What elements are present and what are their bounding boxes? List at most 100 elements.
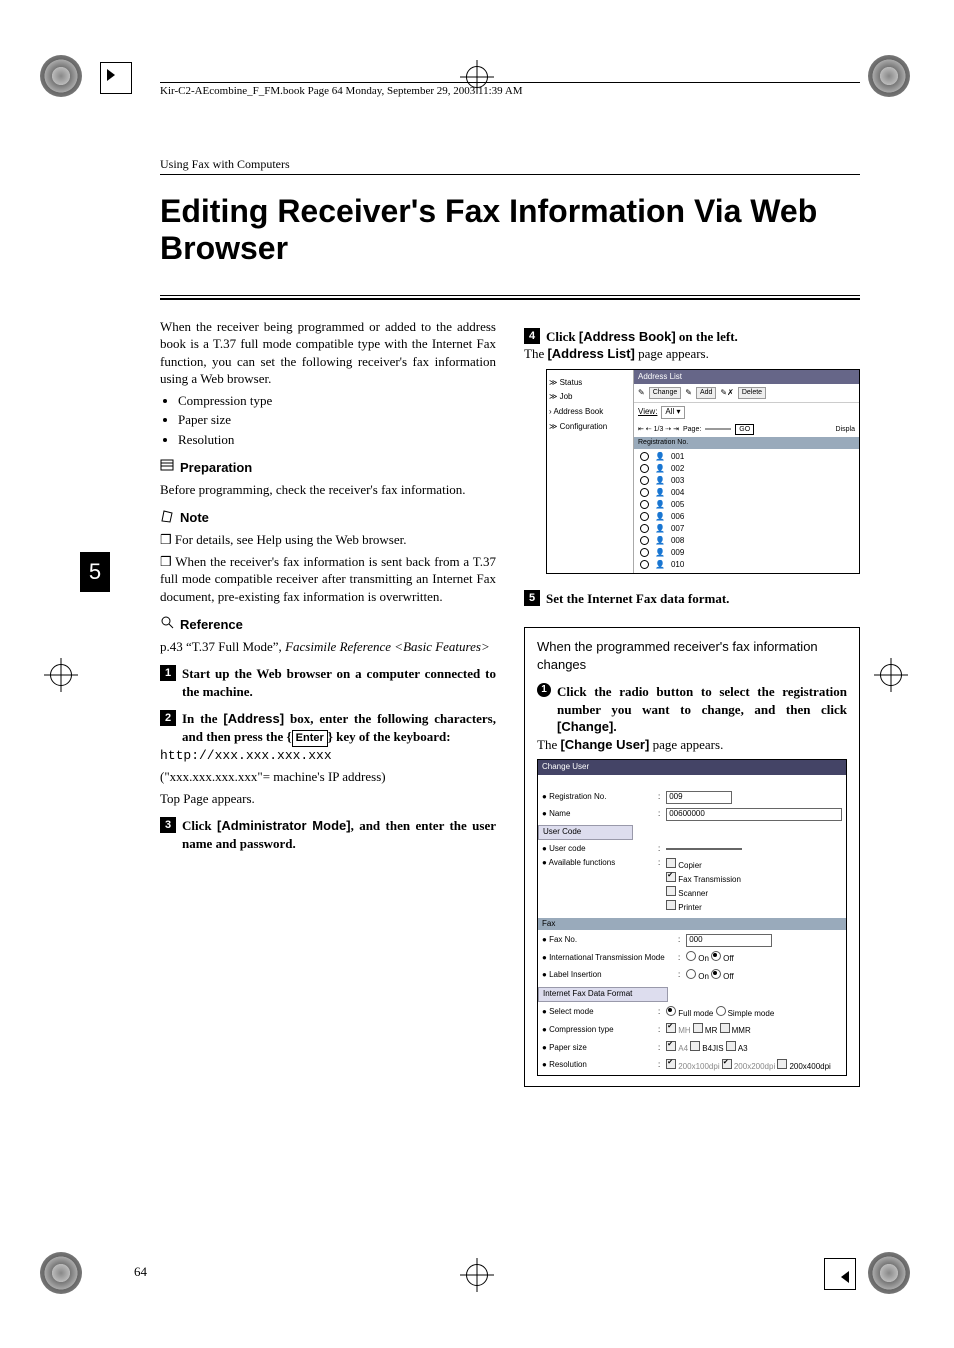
view-label: View: [638, 407, 657, 418]
user-icon: 👤 [655, 547, 665, 559]
change-button[interactable]: Change [649, 387, 682, 398]
chapter-tab: 5 [80, 552, 110, 592]
reg-mark-left [44, 658, 78, 692]
address-list-row[interactable]: 👤007 [634, 523, 859, 535]
address-list-row[interactable]: 👤005 [634, 499, 859, 511]
step-badge: 1 [160, 665, 176, 681]
note-label: Note [180, 509, 209, 527]
name-label: Name [542, 809, 652, 820]
user-icon: 👤 [655, 559, 665, 571]
crop-ring-br [868, 1252, 910, 1294]
crop-ring-tl [40, 55, 82, 97]
bullet-item: Paper size [178, 411, 496, 429]
step-5: 5 Set the Internet Fax data format. [524, 590, 860, 608]
checkbox-a4[interactable] [666, 1041, 676, 1051]
address-list-screenshot: ≫ Status ≫ Job › Address Book ≫ Configur… [546, 369, 860, 574]
checkbox-b4jis[interactable] [690, 1041, 700, 1051]
nav-address-book[interactable]: › Address Book [549, 407, 631, 418]
reg-no-label: Registration No. [542, 792, 652, 803]
address-list-row[interactable]: 👤001 [634, 451, 859, 463]
step-2-result: Top Page appears. [160, 790, 496, 808]
nav-configuration[interactable]: ≫ Configuration [549, 422, 631, 433]
row-radio[interactable] [640, 500, 649, 509]
checkbox-200x100[interactable] [666, 1059, 676, 1069]
row-radio[interactable] [640, 548, 649, 557]
user-icon: 👤 [655, 475, 665, 487]
row-reg-no: 002 [671, 463, 684, 475]
checkbox-mh[interactable] [666, 1023, 676, 1033]
address-list-row[interactable]: 👤 006 [634, 511, 859, 523]
note-item: For details, see Help using the Web brow… [160, 531, 496, 549]
add-button[interactable]: Add [696, 387, 716, 398]
row-reg-no: 006 [671, 511, 684, 523]
arrow-mark-bottom [824, 1258, 856, 1290]
user-code-input[interactable] [666, 848, 742, 850]
delete-button[interactable]: Delete [738, 387, 766, 398]
name-input[interactable]: 00600000 [666, 808, 842, 821]
radio-full-mode[interactable] [666, 1006, 676, 1016]
page-input[interactable] [705, 428, 731, 430]
address-list-header: Registration No. [634, 437, 859, 448]
fax-section-bar: Fax [538, 918, 846, 931]
nav-status[interactable]: ≫ Status [549, 378, 631, 389]
checkbox-a3[interactable] [726, 1041, 736, 1051]
step-4-result: The [Address List] page appears. [524, 345, 860, 363]
radio-itm-on[interactable] [686, 951, 696, 961]
section-header: Using Fax with Computers [160, 157, 860, 175]
user-icon: 👤 [655, 511, 665, 523]
address-list-row[interactable]: 👤008 [634, 535, 859, 547]
pager-label: Page: [683, 425, 701, 434]
checkbox-fax-tx[interactable] [666, 872, 676, 882]
row-radio[interactable] [640, 452, 649, 461]
display-label: Displa [836, 425, 855, 434]
checkbox-copier[interactable] [666, 858, 676, 868]
paper-size-label: Paper size [542, 1043, 652, 1054]
checkbox-mr[interactable] [693, 1023, 703, 1033]
row-radio[interactable] [640, 488, 649, 497]
crop-ring-tr [868, 55, 910, 97]
preparation-label: Preparation [180, 459, 252, 477]
address-list-row[interactable]: 👤 004 [634, 487, 859, 499]
user-icon: 👤 [655, 487, 665, 499]
row-radio[interactable] [640, 464, 649, 473]
reg-no-input[interactable]: 009 [666, 791, 732, 804]
row-radio[interactable] [640, 476, 649, 485]
row-radio[interactable] [640, 512, 649, 521]
row-radio[interactable] [640, 536, 649, 545]
bullet-item: Compression type [178, 392, 496, 410]
preparation-icon [160, 458, 174, 477]
fax-no-input[interactable]: 000 [686, 934, 772, 947]
row-radio[interactable] [640, 524, 649, 533]
radio-itm-off[interactable] [711, 951, 721, 961]
row-reg-no: 008 [671, 535, 684, 547]
checkbox-scanner[interactable] [666, 886, 676, 896]
checkbox-200x400[interactable] [777, 1059, 787, 1069]
step-3: 3 Click [Administrator Mode], and then e… [160, 817, 496, 852]
address-list-row[interactable]: 👤009 [634, 547, 859, 559]
checkbox-printer[interactable] [666, 900, 676, 910]
step-2-explain: ("xxx.xxx.xxx.xxx"= machine's IP address… [160, 768, 496, 786]
address-list-row[interactable]: 👤003 [634, 475, 859, 487]
step-badge: 3 [160, 817, 176, 833]
checkbox-mmr[interactable] [720, 1023, 730, 1033]
radio-li-off[interactable] [711, 969, 721, 979]
go-button[interactable]: GO [735, 424, 754, 435]
checkbox-200x200[interactable] [722, 1059, 732, 1069]
address-list-row[interactable]: 👤 010 [634, 559, 859, 571]
row-radio[interactable] [640, 560, 649, 569]
pager-arrows[interactable]: ⇤ ⇠ 1/3 ⇢ ⇥ [638, 425, 679, 434]
row-reg-no: 010 [671, 559, 684, 571]
row-reg-no: 004 [671, 487, 684, 499]
info-box-heading: When the programmed receiver's fax infor… [537, 638, 847, 673]
preparation-text: Before programming, check the receiver's… [160, 481, 496, 499]
ifdf-section: Internet Fax Data Format [538, 987, 668, 1002]
info-box: When the programmed receiver's fax infor… [524, 627, 860, 1087]
view-select[interactable]: All ▾ [661, 406, 684, 419]
radio-simple-mode[interactable] [716, 1006, 726, 1016]
row-reg-no: 007 [671, 523, 684, 535]
bullet-item: Resolution [178, 431, 496, 449]
nav-job[interactable]: ≫ Job [549, 392, 631, 403]
radio-li-on[interactable] [686, 969, 696, 979]
address-list-row[interactable]: 👤002 [634, 463, 859, 475]
fax-no-label: Fax No. [542, 935, 672, 946]
